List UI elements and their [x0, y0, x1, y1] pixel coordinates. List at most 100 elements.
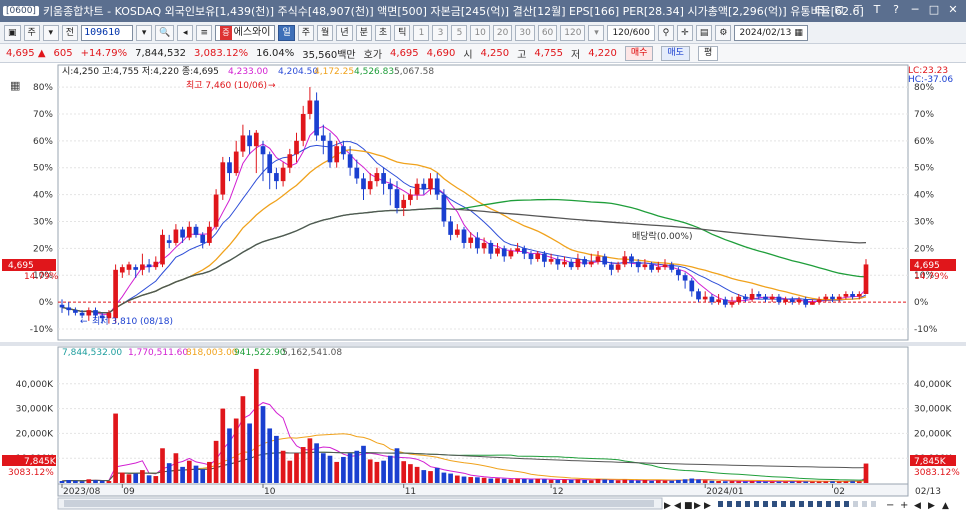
scroll-controls: ▶ ◀ ■ ▶ ▶ [664, 501, 711, 511]
volume-bar [535, 478, 541, 483]
prefix-button[interactable]: 전 [61, 24, 79, 41]
zoom-ticks[interactable] [718, 501, 876, 507]
minute-select[interactable]: ▾ [588, 24, 605, 41]
avg-button[interactable]: 평 [697, 45, 719, 61]
font-icon[interactable]: T [870, 3, 884, 17]
minute-10[interactable]: 10 [470, 24, 490, 41]
volume-bar [280, 450, 286, 483]
sound-icon[interactable]: ◂ [177, 24, 194, 41]
zoom-tick [772, 501, 777, 507]
link-icon[interactable]: ⊟ [813, 3, 827, 17]
chevron-down-icon[interactable]: ▾ [42, 24, 59, 41]
volume-bar [521, 479, 527, 483]
volume-bar [233, 418, 239, 483]
scroll-prev-icon[interactable]: ◀ [674, 501, 681, 511]
volume-bar [582, 480, 587, 483]
period-day[interactable]: 일 [278, 24, 295, 41]
maximize-icon[interactable]: □ [927, 3, 941, 17]
period-second[interactable]: 초 [374, 24, 392, 41]
ask-label: 호가 [363, 49, 383, 61]
candle-body [381, 173, 386, 184]
candle-body [86, 310, 92, 316]
minute-3[interactable]: 3 [432, 24, 449, 41]
period-tick[interactable]: 틱 [394, 24, 411, 41]
price-legend-ma2: 4,204.50 [278, 67, 318, 77]
volume-bar [173, 453, 179, 483]
zoom-tick [871, 501, 876, 507]
buy-button[interactable]: 매수 [624, 45, 654, 61]
candle-body [562, 261, 567, 265]
price-legend-ohlc: 시:4,250 고:4,755 저:4,220 종:4,695 [62, 66, 219, 77]
period-week[interactable]: 주 [297, 24, 315, 41]
candle-body [421, 183, 427, 190]
candle-body [341, 146, 346, 155]
price-tick-left: 80% [33, 83, 53, 93]
period-minute[interactable]: 분 [355, 24, 372, 41]
scroll-left-icon[interactable]: ◀ [914, 501, 921, 511]
zoom-tick [745, 501, 750, 507]
scroll-end-icon[interactable]: ▶ [704, 501, 711, 511]
stock-name-field[interactable]: 증 에스와이 [215, 24, 276, 41]
settings-icon[interactable]: ⚙ [715, 24, 732, 41]
volume-bar [635, 480, 641, 483]
count-field[interactable]: 120/600 [607, 24, 655, 41]
volume-bar [810, 481, 815, 483]
candle-body [441, 194, 447, 222]
volume-bar [387, 455, 393, 483]
volume-bar [602, 479, 608, 483]
layout-icon[interactable]: ▣ [4, 24, 21, 41]
scroll-home-icon[interactable]: ▲ [942, 501, 949, 511]
minimize-icon[interactable]: ─ [908, 3, 922, 17]
close-icon[interactable]: ✕ [946, 3, 960, 17]
chart-area[interactable]: 80% 70% 60% 50% 40% 30% 20% 10% 0% -10% 80% 70% 60%… [0, 63, 966, 518]
list-icon[interactable]: ≡ [196, 24, 213, 41]
candle-body [863, 264, 869, 294]
candle-body [676, 269, 681, 276]
period-year[interactable]: 년 [336, 24, 353, 41]
candle-body [468, 237, 474, 243]
search-icon[interactable]: 🔍 [155, 24, 175, 41]
minute-20[interactable]: 20 [492, 24, 513, 41]
panel-splitter[interactable] [0, 342, 966, 346]
candle-body [729, 302, 735, 305]
minute-5[interactable]: 5 [451, 24, 468, 41]
candle-body [361, 178, 366, 190]
candle-body [843, 294, 849, 297]
ask-price-2: 4,690 [426, 47, 456, 59]
volume-bar [140, 470, 145, 483]
zoom-in-icon[interactable]: + [900, 500, 908, 511]
candle-body [79, 312, 85, 316]
scrollbar-thumb[interactable] [64, 500, 654, 507]
help-icon[interactable]: ? [889, 3, 903, 17]
table-icon[interactable]: ▦ [10, 79, 20, 92]
period-month[interactable]: 월 [317, 24, 334, 41]
calendar-icon[interactable]: ▦ [794, 26, 803, 40]
pin-icon[interactable]: ⊤ [851, 3, 865, 17]
code-dropdown-icon[interactable]: ▾ [136, 24, 153, 41]
stock-type-select[interactable]: 주 [23, 24, 40, 41]
minute-1[interactable]: 1 [413, 24, 430, 41]
volume-bar [696, 479, 701, 483]
minute-60[interactable]: 60 [537, 24, 558, 41]
candle-body [146, 264, 152, 268]
stock-code-input[interactable]: 109610 [81, 24, 134, 41]
zoom-out-icon[interactable]: − [886, 500, 894, 511]
minute-30[interactable]: 30 [515, 24, 535, 41]
scroll-stop-icon[interactable]: ■ [684, 501, 693, 511]
volume-bar [575, 479, 581, 483]
candle-body [689, 280, 695, 292]
minute-120[interactable]: 120 [560, 24, 586, 41]
candle-body [334, 146, 340, 163]
crosshair-icon[interactable]: ✛ [676, 24, 693, 41]
scroll-right-icon[interactable]: ▶ [928, 501, 935, 511]
scroll-next-icon[interactable]: ▶ [694, 501, 701, 511]
chart-svg[interactable]: 80%70%60%50%40%30%20%10%0%-10% 80%70%60%… [0, 63, 966, 518]
last-pct-right: 14.79% [914, 272, 949, 282]
zoom-icon[interactable]: ⚲ [657, 24, 674, 41]
tile-icon[interactable]: ⊡ [832, 3, 846, 17]
candle-body [193, 226, 199, 235]
save-icon[interactable]: ▤ [695, 24, 713, 41]
scroll-play-icon[interactable]: ▶ [664, 501, 671, 511]
date-field[interactable]: 2024/02/13 ▦ [734, 24, 808, 41]
sell-button[interactable]: 매도 [661, 45, 690, 61]
